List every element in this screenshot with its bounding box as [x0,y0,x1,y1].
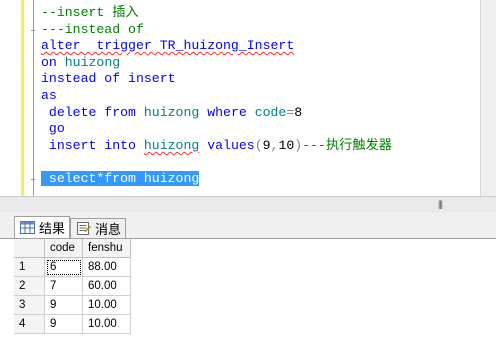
code-token: code [254,104,287,120]
scroll-grip-icon[interactable]: ||| [438,199,450,209]
editor-horizontal-scrollbar[interactable]: ||| [0,196,496,212]
cell-code[interactable]: 9 [45,315,83,334]
row-number[interactable]: 4 [14,315,45,334]
tab-results-label: 结果 [39,221,66,236]
row-number[interactable]: 1 [14,258,45,277]
code-line[interactable]: delete from huizong where code=8 [41,105,302,121]
code-line[interactable]: as [41,88,57,104]
code-token: --- [302,137,326,153]
row-number[interactable]: 3 [14,296,45,315]
code-line[interactable]: insert into huizong values(9,10)---执行触发器 [41,138,392,154]
column-header-fenshu[interactable]: fenshu [83,239,131,258]
results-tabbar: 结果 消息 [0,212,496,239]
code-line[interactable]: select*from huizong [41,171,200,187]
cell-code[interactable]: 9 [45,296,83,315]
code-token: 10 [278,137,295,153]
code-token: huizong [143,104,208,120]
code-token: huizong [143,137,200,153]
outline-tick [31,29,35,31]
editor-vertical-scrollbar[interactable] [480,0,496,196]
grid-corner[interactable] [14,239,45,258]
cell-fenshu[interactable]: 10.00 [83,296,131,315]
code-area[interactable]: --insert 插入 ---instead of alter trigger TR… [0,0,480,196]
tab-messages[interactable]: 消息 [70,218,126,238]
code-token: as [41,88,57,103]
code-token: 8 [294,104,303,120]
code-token: select*from huizong [41,171,200,186]
code-line[interactable]: --insert 插入 [41,5,139,21]
code-token: values [199,137,255,153]
outline-tick [31,179,35,180]
message-icon [77,222,91,235]
row-number[interactable]: 2 [14,277,45,296]
cell-fenshu[interactable]: 10.00 [83,315,131,334]
code-token: 插入 [112,5,139,20]
code-token: insert into [41,137,144,153]
code-token: where [207,104,255,120]
code-token: 执行触发器 [325,137,392,153]
code-token: 9 [262,137,271,153]
code-token: on [41,54,65,70]
cell-fenshu[interactable]: 60.00 [83,277,131,296]
cell-code[interactable]: 6 [45,258,83,277]
code-token: instead of insert [41,71,176,87]
cell-fenshu[interactable]: 88.00 [83,258,131,277]
tab-messages-label: 消息 [95,222,122,237]
code-line[interactable]: on huizong [41,55,120,71]
grid-icon [20,221,35,234]
code-token: delete from [41,104,144,120]
code-line[interactable]: ---instead of [41,22,144,38]
cell-code[interactable]: 7 [45,277,83,296]
code-token: go [41,121,65,137]
column-header-code[interactable]: code [45,239,83,258]
query-editor[interactable]: --insert 插入 ---instead of alter trigger TR… [0,0,496,196]
code-token: alter trigger TR_huizong_Insert [41,38,295,54]
code-line[interactable]: go [41,121,65,137]
tab-results[interactable]: 结果 [14,216,70,238]
results-grid[interactable]: code fenshu 1 6 88.00 2 7 60.00 3 9 10.00 4 9 10.00 [0,239,496,343]
code-token: ( [254,137,263,153]
code-token: ---instead of [41,21,144,37]
code-token: --insert [41,5,113,20]
code-token: huizong [64,54,121,70]
code-line[interactable]: instead of insert [41,71,176,87]
code-line[interactable]: alter trigger TR_huizong_Insert [41,38,294,54]
